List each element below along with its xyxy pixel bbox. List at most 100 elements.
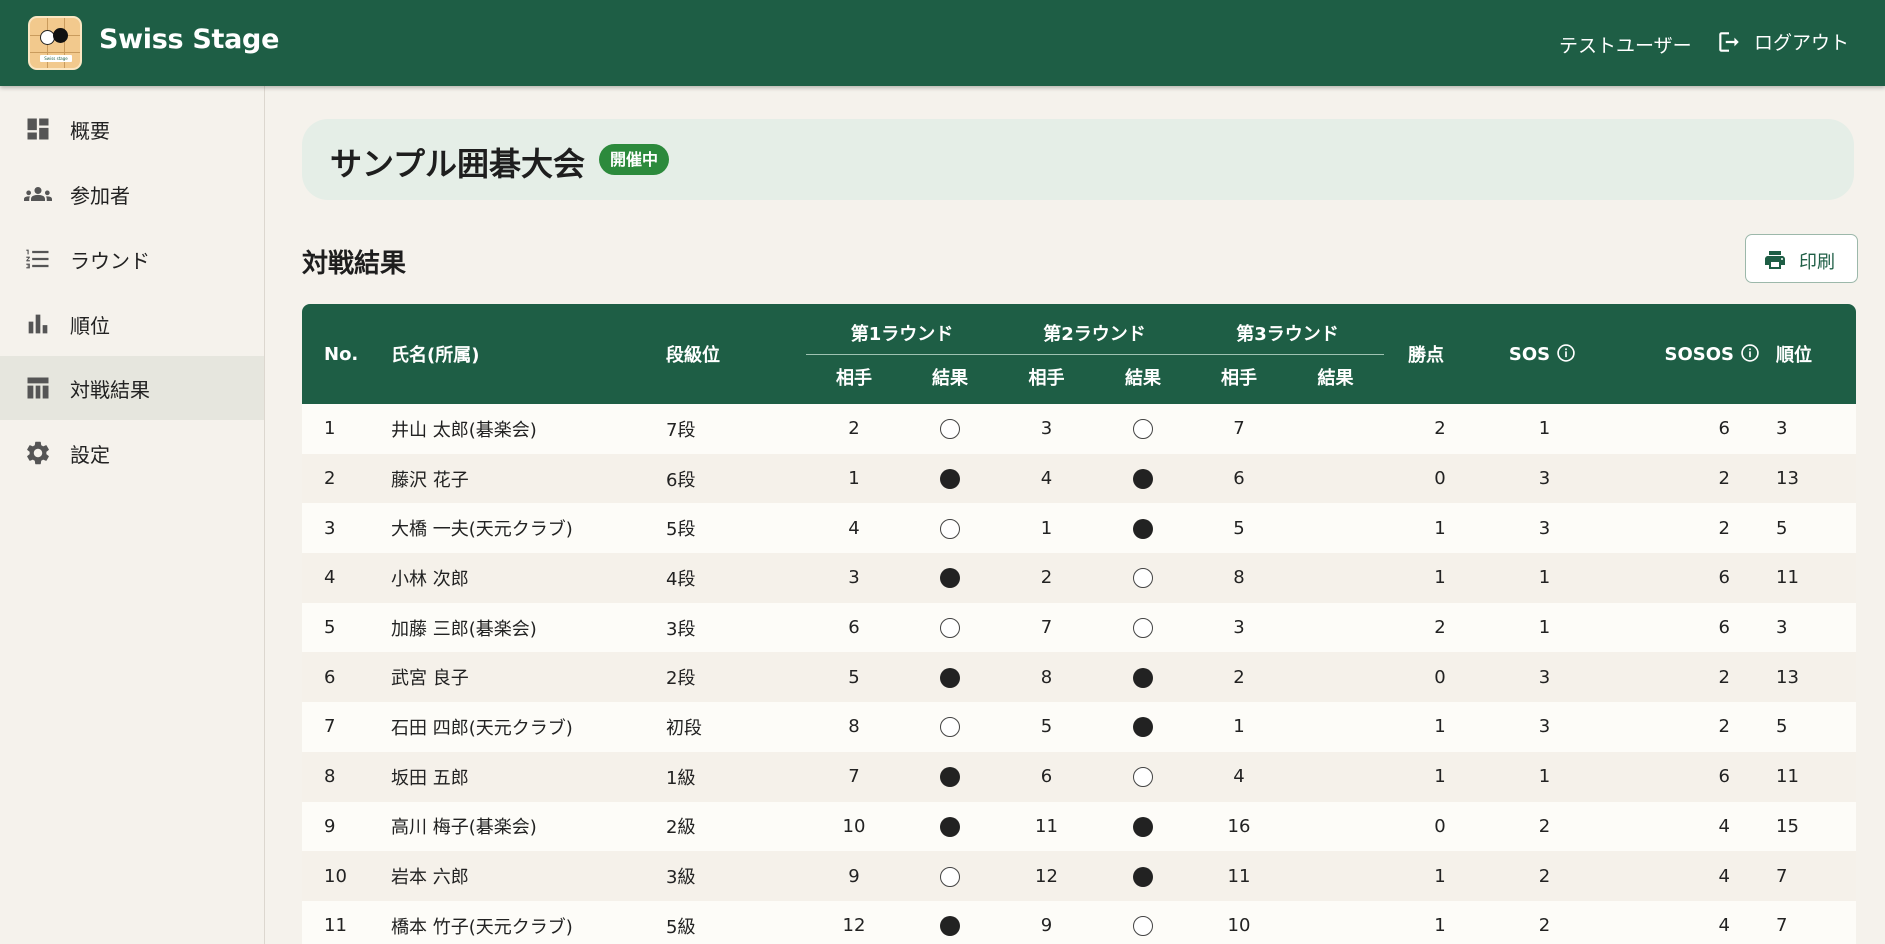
cell-wins: 2 — [1384, 602, 1468, 653]
cell-name: 坂田 五郎 — [391, 751, 666, 802]
cell-round2-result — [1095, 503, 1191, 554]
black-stone-loss-icon — [1133, 469, 1153, 490]
white-stone-win-icon — [1133, 568, 1153, 589]
cell-place: 15 — [1772, 801, 1856, 852]
cell-place: 7 — [1772, 851, 1856, 901]
print-button[interactable]: 印刷 — [1745, 234, 1858, 283]
cell-sos: 1 — [1468, 404, 1617, 454]
results-table: No. 氏名(所属) 段級位 第1ラウンド 第2ラウンド 第3ラウンド 勝点 S… — [302, 304, 1856, 944]
cell-round2-result — [1095, 652, 1191, 703]
black-stone-loss-icon — [1133, 866, 1153, 887]
info-icon[interactable] — [1740, 343, 1760, 363]
cell-round2-opponent: 4 — [998, 453, 1095, 504]
cell-round1-result — [902, 751, 998, 802]
cell-name: 藤沢 花子 — [391, 453, 666, 504]
column-header-place: 順位 — [1772, 304, 1856, 404]
white-stone-win-icon — [940, 618, 960, 639]
cell-rank: 1級 — [666, 751, 806, 802]
column-header-sosos[interactable]: SOSOS — [1617, 304, 1772, 404]
cell-no: 4 — [302, 553, 391, 603]
table-row[interactable]: 5 加藤 三郎(碁楽会) 3段 6 7 3 2 1 6 3 — [302, 602, 1856, 653]
cell-round1-result — [902, 404, 998, 454]
cell-sosos: 6 — [1617, 602, 1772, 653]
cell-round3-opponent: 2 — [1191, 652, 1287, 703]
black-stone-loss-icon — [940, 916, 960, 937]
cell-no: 7 — [302, 702, 391, 752]
table-row[interactable]: 10 岩本 六郎 3級 9 12 11 1 2 4 7 — [302, 851, 1856, 901]
cell-place: 11 — [1772, 751, 1856, 802]
cell-name: 岩本 六郎 — [391, 851, 666, 901]
cell-place: 13 — [1772, 652, 1856, 703]
cell-round2-result — [1095, 801, 1191, 852]
column-header-no: No. — [302, 304, 391, 404]
black-stone-loss-icon — [940, 767, 960, 788]
sidebar-item-rounds[interactable]: ラウンド — [0, 227, 264, 291]
cell-no: 11 — [302, 900, 391, 944]
sidebar-item-settings[interactable]: 設定 — [0, 421, 264, 485]
app-logo[interactable]: Swiss stage — [28, 16, 82, 70]
sidebar-item-label: 順位 — [70, 313, 110, 338]
user-name[interactable]: テストユーザー — [1559, 31, 1692, 58]
cell-sosos: 4 — [1617, 801, 1772, 852]
sidebar: 概要 参加者 ラウンド 順位 対戦結果 設定 — [0, 86, 265, 944]
cell-round2-result — [1095, 602, 1191, 653]
cell-round2-opponent: 1 — [998, 503, 1095, 554]
cell-no: 8 — [302, 751, 391, 802]
table-row[interactable]: 6 武宮 良子 2段 5 8 2 0 3 2 13 — [302, 652, 1856, 703]
cell-round3-opponent: 3 — [1191, 602, 1287, 653]
table-row[interactable]: 2 藤沢 花子 6段 1 4 6 0 3 2 13 — [302, 453, 1856, 504]
dashboard-icon — [27, 118, 49, 140]
cell-wins: 1 — [1384, 751, 1468, 802]
print-label: 印刷 — [1799, 252, 1835, 273]
cell-round3-opponent: 6 — [1191, 453, 1287, 504]
cell-round2-result — [1095, 851, 1191, 901]
cell-name: 加藤 三郎(碁楽会) — [391, 602, 666, 653]
black-stone-loss-icon — [1133, 667, 1153, 688]
cell-round3-result — [1287, 602, 1384, 653]
cell-round1-opponent: 2 — [806, 404, 902, 454]
cell-round2-result — [1095, 702, 1191, 752]
column-header-result: 結果 — [1095, 354, 1191, 404]
cell-no: 3 — [302, 503, 391, 554]
info-icon[interactable] — [1556, 343, 1576, 363]
table-row[interactable]: 8 坂田 五郎 1級 7 6 4 1 1 6 11 — [302, 751, 1856, 802]
column-header-sos[interactable]: SOS — [1468, 304, 1617, 404]
cell-round2-opponent: 8 — [998, 652, 1095, 703]
table-row[interactable]: 3 大橋 一夫(天元クラブ) 5段 4 1 5 1 3 2 5 — [302, 503, 1856, 554]
cell-round1-result — [902, 900, 998, 944]
cell-sosos: 2 — [1617, 652, 1772, 703]
white-stone-win-icon — [940, 866, 960, 887]
black-stone-loss-icon — [1133, 717, 1153, 738]
cell-sosos: 2 — [1617, 453, 1772, 504]
table-icon — [27, 377, 49, 399]
sidebar-item-standings[interactable]: 順位 — [0, 292, 264, 356]
table-row[interactable]: 11 橋本 竹子(天元クラブ) 5級 12 9 10 1 2 4 7 — [302, 900, 1856, 944]
table-row[interactable]: 7 石田 四郎(天元クラブ) 初段 8 5 1 1 3 2 5 — [302, 702, 1856, 752]
cell-name: 高川 梅子(碁楽会) — [391, 801, 666, 852]
app-title[interactable]: Swiss Stage — [99, 24, 279, 55]
cell-round2-opponent: 6 — [998, 751, 1095, 802]
table-row[interactable]: 9 高川 梅子(碁楽会) 2級 10 11 16 0 2 4 15 — [302, 801, 1856, 852]
logout-button[interactable]: ログアウト — [1716, 28, 1849, 55]
cell-round3-opponent: 11 — [1191, 851, 1287, 901]
cell-round1-opponent: 1 — [806, 453, 902, 504]
cell-round1-opponent: 7 — [806, 751, 902, 802]
cell-sosos: 6 — [1617, 404, 1772, 454]
sidebar-item-overview[interactable]: 概要 — [0, 97, 264, 161]
sidebar-item-results[interactable]: 対戦結果 — [0, 356, 264, 420]
cell-sos: 2 — [1468, 900, 1617, 944]
cell-place: 13 — [1772, 453, 1856, 504]
status-badge: 開催中 — [599, 144, 670, 175]
cell-wins: 2 — [1384, 404, 1468, 454]
cell-rank: 5級 — [666, 900, 806, 944]
cell-name: 武宮 良子 — [391, 652, 666, 703]
logo-text: Swiss stage — [40, 55, 72, 62]
cell-wins: 1 — [1384, 851, 1468, 901]
table-row[interactable]: 4 小林 次郎 4段 3 2 8 1 1 6 11 — [302, 553, 1856, 603]
cell-round3-opponent: 7 — [1191, 404, 1287, 454]
table-row[interactable]: 1 井山 太郎(碁楽会) 7段 2 3 7 2 1 6 3 — [302, 404, 1856, 454]
logout-label: ログアウト — [1754, 32, 1850, 54]
column-header-result: 結果 — [1287, 354, 1384, 404]
sidebar-item-participants[interactable]: 参加者 — [0, 162, 264, 226]
cell-sos: 1 — [1468, 602, 1617, 653]
